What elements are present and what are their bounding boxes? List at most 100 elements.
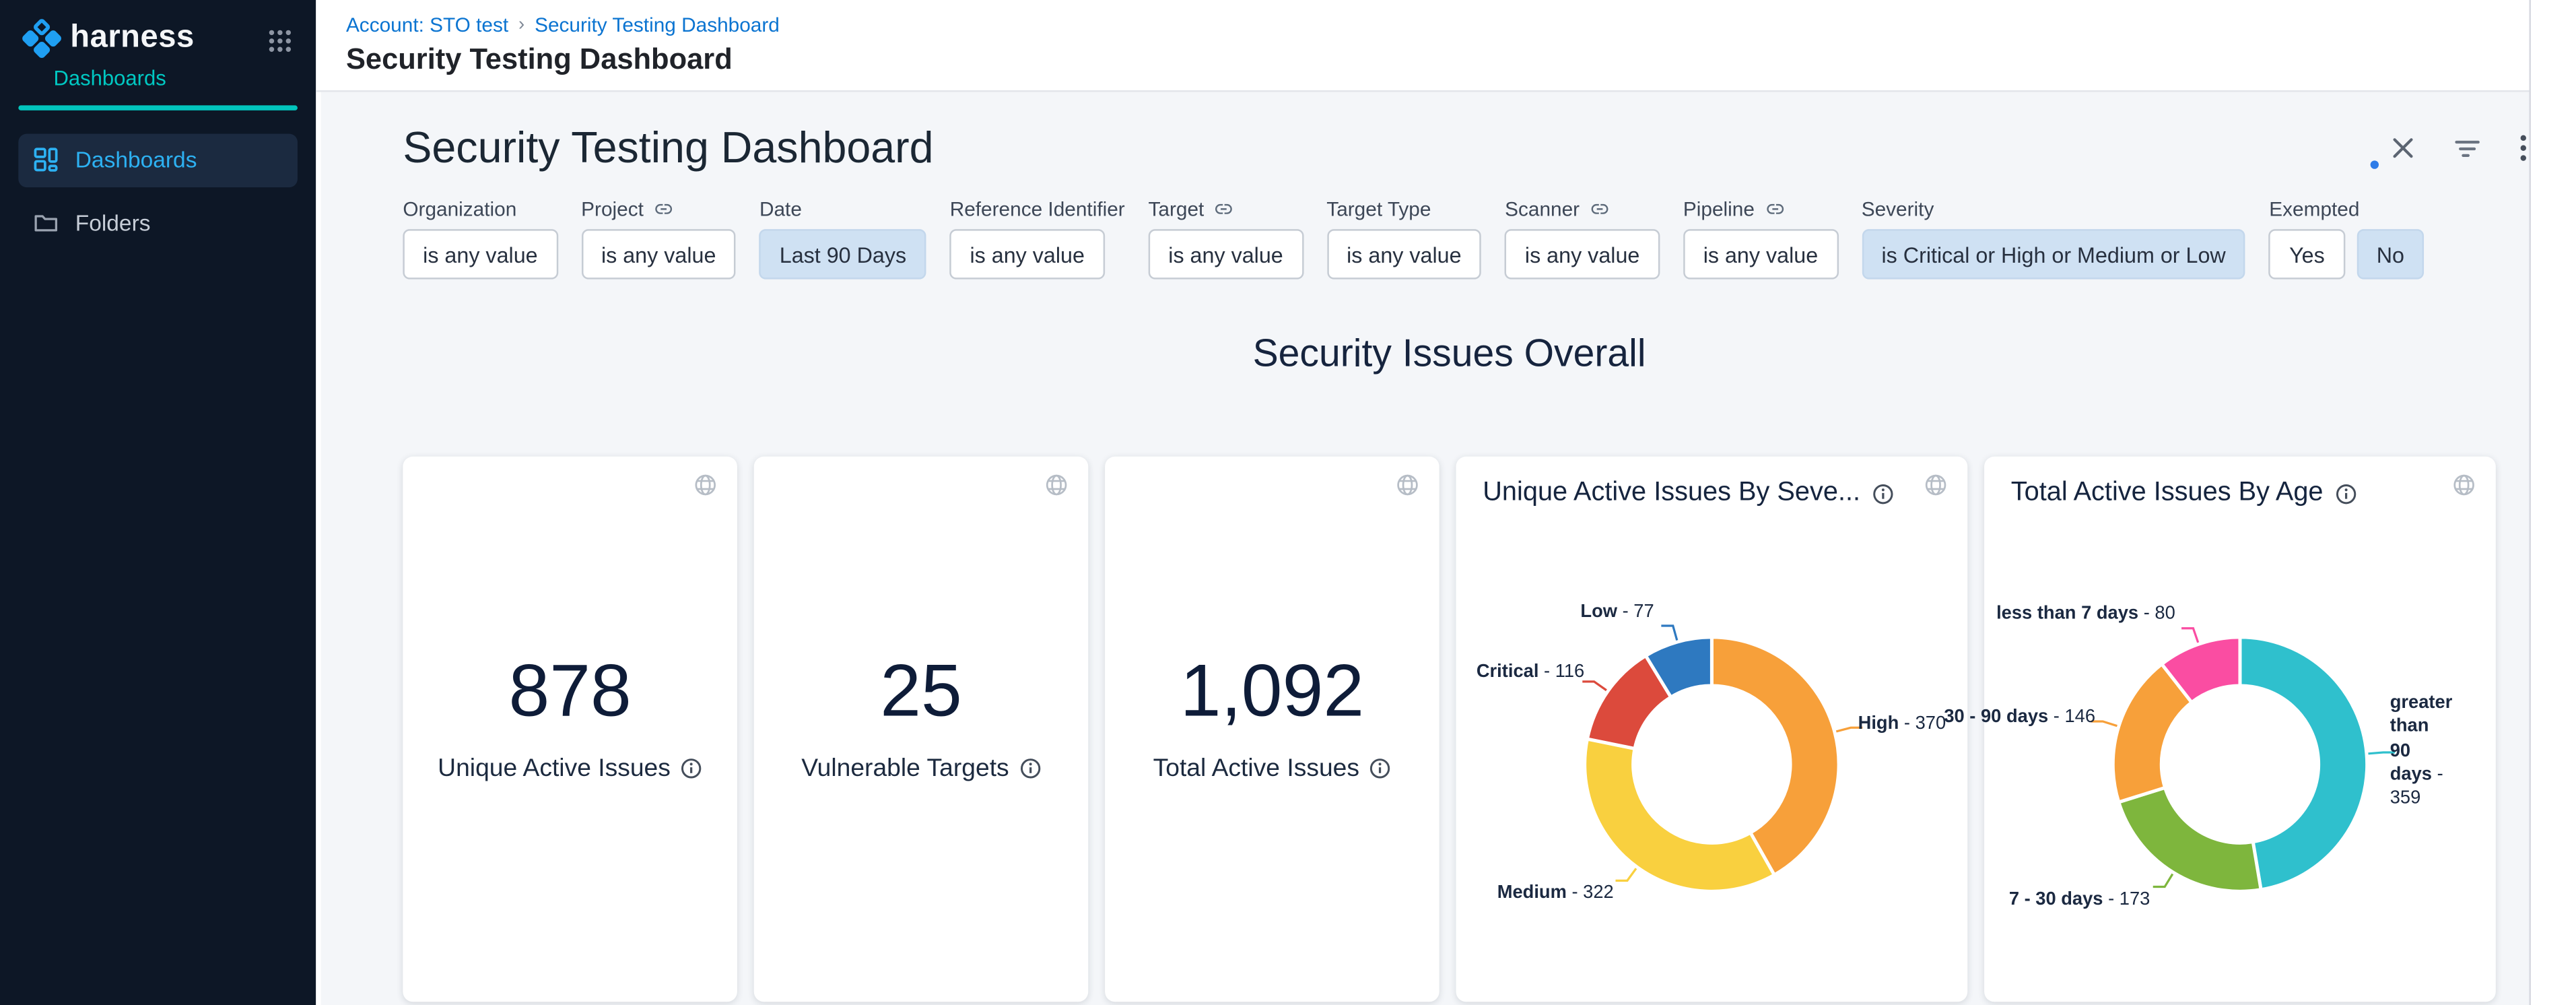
- filter-label: Severity: [1862, 197, 2246, 221]
- pie-label-7-30-days: 7 - 30 days - 173: [2009, 888, 2150, 911]
- filter-exempted: Exempted Yes No: [2269, 197, 2425, 280]
- filter-value-target[interactable]: is any value: [1148, 229, 1303, 279]
- filter-value-severity[interactable]: is Critical or High or Medium or Low: [1862, 229, 2246, 279]
- filter-scanner: Scanner is any value: [1505, 197, 1660, 280]
- tile-vulnerable-targets: 25 Vulnerable Targets: [754, 457, 1089, 1002]
- filter-label: Date: [759, 197, 926, 221]
- filter-value-date[interactable]: Last 90 Days: [759, 229, 926, 279]
- module-name: Dashboards: [53, 67, 296, 90]
- sidebar: harness Dashboards Dashboards: [0, 0, 316, 1005]
- label-connector: [2153, 874, 2173, 886]
- filter-reference-identifier: Reference Identifier is any value: [950, 197, 1125, 280]
- scrollbar-gutter[interactable]: [2529, 0, 2576, 1005]
- filter-value-target-type[interactable]: is any value: [1326, 229, 1481, 279]
- filter-option-no[interactable]: No: [2357, 229, 2425, 279]
- page-title: Security Testing Dashboard: [346, 42, 2576, 77]
- pie-label-less-than-7-days: less than 7 days - 80: [1996, 602, 2175, 626]
- harness-logo-icon: [20, 17, 62, 59]
- globe-icon[interactable]: [1045, 474, 1069, 497]
- filter-label: Exempted: [2269, 197, 2425, 221]
- pie-slice-greater-than-90-days[interactable]: [2240, 637, 2367, 890]
- sidebar-item-folders[interactable]: Folders: [18, 197, 298, 250]
- globe-icon[interactable]: [693, 474, 717, 497]
- app-root: harness Dashboards Dashboards: [0, 0, 2576, 1005]
- stat-label: Total Active Issues: [1153, 754, 1359, 783]
- filter-label: Organization: [403, 197, 557, 221]
- donut-chart-severity[interactable]: High - 370 Medium - 322 Critical - 116 Low …: [1456, 457, 1968, 1002]
- filter-date: Date Last 90 Days: [759, 197, 926, 280]
- globe-icon[interactable]: [1396, 474, 1419, 497]
- dashboard-title: Security Testing Dashboard: [403, 124, 933, 171]
- filter-organization: Organization is any value: [403, 197, 557, 280]
- label-connector: [2181, 628, 2198, 643]
- filter-label: Reference Identifier: [950, 197, 1125, 221]
- filter-label: Scanner: [1505, 197, 1660, 221]
- clear-cross-icon[interactable]: [2390, 135, 2415, 160]
- filter-value-scanner[interactable]: is any value: [1505, 229, 1660, 279]
- breadcrumb-account-link[interactable]: Account: STO test: [346, 13, 508, 37]
- filter-target: Target is any value: [1148, 197, 1303, 280]
- pie-label-high: High - 370: [1858, 712, 1946, 736]
- filter-value-project[interactable]: is any value: [581, 229, 736, 279]
- filter-value-organization[interactable]: is any value: [403, 229, 557, 279]
- folder-icon: [34, 211, 59, 236]
- label-connector: [1661, 626, 1676, 641]
- module-underline: [18, 105, 298, 109]
- filter-severity: Severity is Critical or High or Medium or…: [1862, 197, 2246, 280]
- sidebar-header: harness Dashboards: [0, 0, 316, 90]
- filter-icon[interactable]: [2454, 135, 2481, 160]
- filter-bar: Organization is any value Project is any va…: [403, 197, 2538, 280]
- filter-option-yes[interactable]: Yes: [2269, 229, 2344, 279]
- tiles-row: 878 Unique Active Issues 25 Vulnerable T…: [403, 457, 2538, 1002]
- section-heading: Security Issues Overall: [403, 331, 2495, 375]
- filter-value-pipeline[interactable]: is any value: [1683, 229, 1838, 279]
- info-icon[interactable]: [1369, 758, 1391, 779]
- dashboard-panel: Security Testing Dashboard: [321, 92, 2576, 1005]
- filter-label: Target: [1148, 197, 1303, 221]
- tile-total-active-issues: 1,092 Total Active Issues: [1105, 457, 1439, 1002]
- pie-label-medium: Medium - 322: [1497, 881, 1614, 905]
- content-row: Security Testing Dashboard: [316, 92, 2576, 1005]
- link-icon: [1214, 199, 1234, 219]
- chevron-right-icon: ›: [518, 15, 524, 35]
- filter-target-type: Target Type is any value: [1326, 197, 1481, 280]
- link-icon: [654, 199, 674, 219]
- pie-slice-medium[interactable]: [1585, 739, 1775, 891]
- cursor-dot: [2371, 160, 2379, 168]
- dashboards-icon: [34, 147, 59, 172]
- stat-value: 1,092: [1180, 655, 1364, 729]
- filter-project: Project is any value: [581, 197, 736, 280]
- dashboard-header: Security Testing Dashboard: [403, 124, 2538, 171]
- pie-label-low: Low - 77: [1580, 599, 1654, 623]
- filter-label: Project: [581, 197, 736, 221]
- donut-chart-age[interactable]: greaterthan90days -3597 - 30 days - 1733…: [1984, 457, 2496, 1002]
- app-switcher-icon[interactable]: [269, 30, 291, 52]
- main-area: Account: STO test › Security Testing Das…: [316, 0, 2576, 1005]
- page-header: Account: STO test › Security Testing Das…: [316, 0, 2576, 92]
- tile-unique-active-issues: 878 Unique Active Issues: [403, 457, 737, 1002]
- dashboard-actions: [2390, 134, 2528, 162]
- pie-label-greater-than-90-days: greaterthan90days -359: [2390, 691, 2477, 810]
- panel-left-edge: [316, 92, 320, 1005]
- brand-name: harness: [70, 17, 194, 59]
- filter-pipeline: Pipeline is any value: [1683, 197, 1838, 280]
- link-icon: [1590, 199, 1610, 219]
- label-connector: [1616, 868, 1637, 880]
- filter-label: Pipeline: [1683, 197, 1838, 221]
- filter-value-reference-identifier[interactable]: is any value: [950, 229, 1105, 279]
- pie-slice-7-30-days[interactable]: [2119, 787, 2261, 891]
- sidebar-item-dashboards[interactable]: Dashboards: [18, 133, 298, 186]
- sidebar-item-label: Folders: [75, 211, 151, 236]
- stat-label: Vulnerable Targets: [801, 754, 1009, 783]
- info-icon[interactable]: [681, 758, 702, 779]
- sidebar-item-label: Dashboards: [75, 147, 197, 172]
- breadcrumb-dashboard-link[interactable]: Security Testing Dashboard: [535, 13, 780, 37]
- info-icon[interactable]: [1019, 758, 1041, 779]
- link-icon: [1765, 199, 1785, 219]
- pie-label-critical: Critical - 116: [1477, 661, 1584, 684]
- tile-total-active-issues-by-age: Total Active Issues By Age greaterthan90…: [1984, 457, 2496, 1002]
- kebab-menu-icon[interactable]: [2519, 134, 2528, 162]
- sidebar-nav: Dashboards Folders: [0, 133, 316, 250]
- pie-label-30-90-days: 30 - 90 days - 146: [1944, 705, 2095, 729]
- filter-label: Target Type: [1326, 197, 1481, 221]
